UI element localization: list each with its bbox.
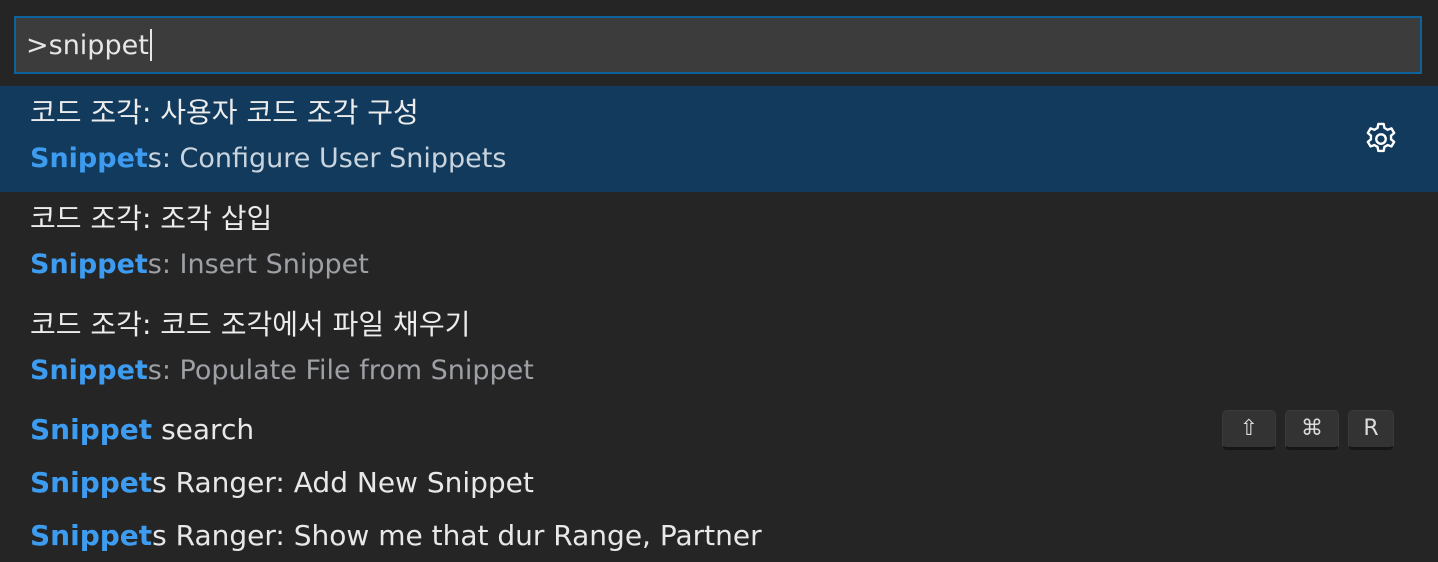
- command-detail-rest: s: Insert Snippet: [147, 249, 369, 280]
- command-label: 코드 조각: 조각 삽입: [30, 202, 273, 235]
- command-label: 코드 조각: 코드 조각에서 파일 채우기: [30, 308, 471, 341]
- command-detail-rest: s: Populate File from Snippet: [147, 355, 534, 386]
- command-detail-rest: s: Configure User Snippets: [147, 143, 507, 174]
- match-highlight: Snippet: [30, 466, 153, 499]
- command-detail: Snippets: Insert Snippet: [30, 247, 369, 283]
- text-caret: [149, 28, 152, 61]
- command-item-snippet-search[interactable]: Snippet search ⇧ ⌘ R: [0, 404, 1438, 457]
- match-highlight: Snippet: [30, 249, 148, 280]
- command-item-configure-user-snippets[interactable]: 코드 조각: 사용자 코드 조각 구성 Snippets: Configure …: [0, 86, 1438, 192]
- keybinding: ⇧ ⌘ R: [1222, 410, 1394, 450]
- command-item-add-new-snippet[interactable]: Snippets Ranger: Add New Snippet: [0, 457, 1438, 510]
- match-highlight: Snippet: [30, 519, 153, 552]
- match-highlight: Snippet: [30, 413, 153, 446]
- command-label-rest: s Ranger: Add New Snippet: [152, 466, 534, 499]
- command-results-list: 코드 조각: 사용자 코드 조각 구성 Snippets: Configure …: [0, 86, 1438, 562]
- match-highlight: Snippet: [30, 143, 148, 174]
- shift-key-icon: ⇧: [1222, 410, 1276, 450]
- command-label-rest: search: [152, 413, 255, 446]
- command-label: 코드 조각: 사용자 코드 조각 구성: [30, 96, 419, 129]
- match-highlight: Snippet: [30, 355, 148, 386]
- command-detail: Snippets: Configure User Snippets: [30, 141, 506, 177]
- command-label: Snippets Ranger: Add New Snippet: [30, 464, 534, 502]
- gear-icon[interactable]: [1362, 120, 1400, 158]
- command-item-populate-file[interactable]: 코드 조각: 코드 조각에서 파일 채우기 Snippets: Populate…: [0, 298, 1438, 404]
- search-input-value[interactable]: >snippet: [26, 28, 152, 64]
- command-item-insert-snippet[interactable]: 코드 조각: 조각 삽입 Snippets: Insert Snippet: [0, 192, 1438, 298]
- command-label: Snippet search: [30, 411, 254, 449]
- command-palette-input[interactable]: >snippet: [14, 16, 1422, 74]
- r-key: R: [1348, 410, 1394, 450]
- command-label: Snippets Ranger: Show me that dur Range,…: [30, 517, 762, 555]
- command-item-show-range[interactable]: Snippets Ranger: Show me that dur Range,…: [0, 510, 1438, 562]
- command-label-rest: s Ranger: Show me that dur Range, Partne…: [152, 519, 762, 552]
- command-palette: >snippet 코드 조각: 사용자 코드 조각 구성 Snippets: C…: [0, 0, 1438, 562]
- command-key-icon: ⌘: [1285, 410, 1339, 450]
- command-detail: Snippets: Populate File from Snippet: [30, 353, 534, 389]
